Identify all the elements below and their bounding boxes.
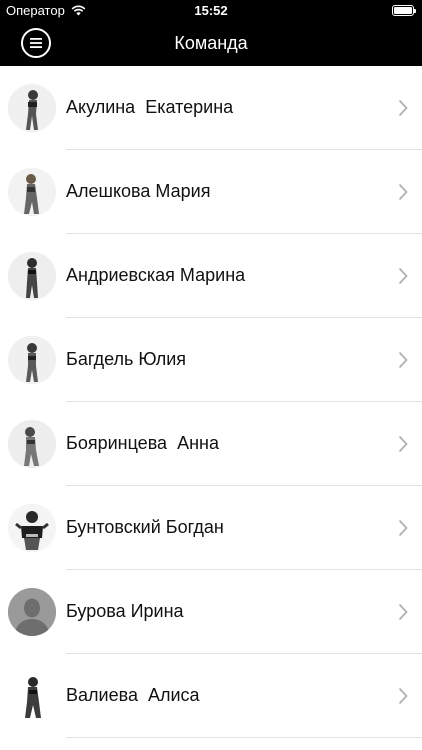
team-member-row[interactable]: Бурова Ирина xyxy=(0,570,422,654)
member-name: Багдель Юлия xyxy=(66,349,187,369)
team-member-row[interactable]: Валиева Алиса xyxy=(0,654,422,738)
chevron-right-icon xyxy=(398,687,408,705)
team-member-row[interactable]: Алешкова Мария xyxy=(0,150,422,234)
status-time: 15:52 xyxy=(194,3,228,18)
member-name: Бурова Ирина xyxy=(66,601,184,621)
status-bar: Оператор 15:52 xyxy=(0,0,422,22)
chevron-right-icon xyxy=(398,267,408,285)
team-member-row[interactable]: Багдель Юлия xyxy=(0,318,422,402)
chevron-right-icon xyxy=(398,351,408,369)
chevron-right-icon xyxy=(398,435,408,453)
chevron-right-icon xyxy=(398,99,408,117)
member-name: Акулина Екатерина xyxy=(66,97,234,117)
member-name: Алешкова Мария xyxy=(66,181,211,201)
team-member-row[interactable]: Бояринцева Анна xyxy=(0,402,422,486)
member-avatar xyxy=(8,504,56,552)
member-avatar xyxy=(8,252,56,300)
battery-icon xyxy=(392,5,416,16)
member-name: Бунтовский Богдан xyxy=(66,517,224,537)
member-avatar xyxy=(8,672,56,720)
member-avatar xyxy=(8,84,56,132)
chevron-right-icon xyxy=(398,603,408,621)
page-title: Команда xyxy=(174,33,248,53)
member-name: Андриевская Марина xyxy=(66,265,246,285)
member-avatar xyxy=(8,168,56,216)
row-separator xyxy=(66,737,422,738)
navigation-bar: Команда xyxy=(0,22,422,66)
chevron-right-icon xyxy=(398,183,408,201)
member-name: Бояринцева Анна xyxy=(66,433,219,453)
member-avatar xyxy=(8,420,56,468)
team-member-row[interactable]: Акулина Екатерина xyxy=(0,66,422,150)
team-list: Акулина Екатерина Алешкова Мария Андриев… xyxy=(0,66,422,738)
team-member-row[interactable]: Андриевская Марина xyxy=(0,234,422,318)
chevron-right-icon xyxy=(398,519,408,537)
member-name: Валиева Алиса xyxy=(66,685,200,705)
member-avatar xyxy=(8,336,56,384)
team-member-row[interactable]: Бунтовский Богдан xyxy=(0,486,422,570)
member-avatar-placeholder xyxy=(8,588,56,636)
